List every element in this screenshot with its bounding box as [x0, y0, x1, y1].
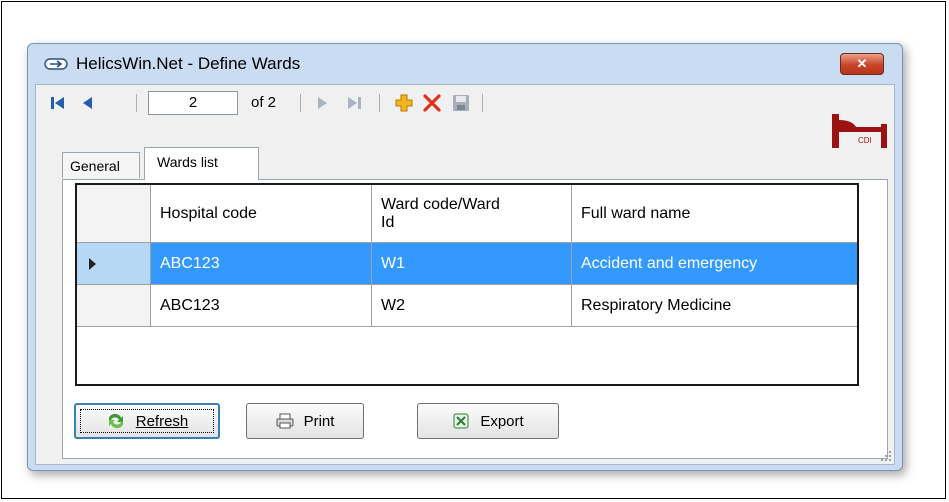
- row-header-corner: [77, 185, 151, 243]
- table-row[interactable]: ABC123 W1 Accident and emergency: [77, 243, 857, 285]
- refresh-icon: [108, 413, 123, 429]
- previous-record-icon[interactable]: [78, 93, 98, 113]
- column-header-ward-code-label: Ward code/Ward Id: [381, 195, 500, 231]
- refresh-button[interactable]: Refresh: [74, 403, 220, 439]
- cdi-bed-logo: CDI: [832, 114, 887, 148]
- page-count-label: of 2: [251, 94, 277, 111]
- next-record-icon[interactable]: [312, 93, 332, 113]
- column-header-hospital-code[interactable]: Hospital code: [151, 185, 372, 243]
- printer-icon: [276, 413, 294, 429]
- excel-export-icon: [453, 413, 469, 429]
- toolbar-separator: [482, 94, 483, 112]
- cell-ward-code[interactable]: W1: [372, 243, 572, 285]
- table-row[interactable]: ABC123 W2 Respiratory Medicine: [77, 285, 857, 327]
- current-page-input[interactable]: 2: [148, 91, 238, 115]
- grid-header-row: Hospital code Ward code/Ward Id Full war…: [77, 185, 857, 243]
- delete-record-icon[interactable]: [422, 93, 442, 113]
- last-record-icon[interactable]: [344, 93, 364, 113]
- window-client-area: 2 of 2 CDI General Wards list Hospital c…: [35, 84, 895, 465]
- add-record-icon[interactable]: [394, 93, 414, 113]
- export-button[interactable]: Export: [417, 403, 559, 439]
- export-button-label: Export: [480, 412, 524, 430]
- resize-grip-icon[interactable]: [880, 450, 892, 462]
- column-header-full-ward-name[interactable]: Full ward name: [572, 185, 857, 243]
- cell-ward-name[interactable]: Respiratory Medicine: [572, 285, 857, 327]
- first-record-icon[interactable]: [48, 93, 68, 113]
- refresh-button-label: Refresh: [135, 412, 189, 430]
- logo-text: CDI: [858, 136, 872, 145]
- print-button-label: Print: [303, 412, 335, 430]
- window-title: HelicsWin.Net - Define Wards: [76, 54, 301, 73]
- toolbar-separator: [136, 94, 137, 112]
- column-header-ward-code[interactable]: Ward code/Ward Id: [372, 185, 572, 243]
- cell-hospital-code[interactable]: ABC123: [151, 285, 372, 327]
- cell-ward-code[interactable]: W2: [372, 285, 572, 327]
- record-navigator: 2 of 2: [36, 85, 636, 119]
- cell-ward-name[interactable]: Accident and emergency: [572, 243, 857, 285]
- print-button[interactable]: Print: [246, 403, 364, 439]
- close-button[interactable]: ✕: [840, 53, 884, 75]
- app-icon: [44, 58, 68, 70]
- close-icon: ✕: [856, 56, 868, 71]
- toolbar-separator: [300, 94, 301, 112]
- define-wards-window: HelicsWin.Net - Define Wards ✕ 2 of 2 CD…: [27, 43, 903, 471]
- cell-hospital-code[interactable]: ABC123: [151, 243, 372, 285]
- toolbar-separator: [379, 94, 380, 112]
- row-selector[interactable]: [77, 243, 151, 285]
- tab-general[interactable]: General: [62, 152, 140, 178]
- save-record-icon[interactable]: [451, 93, 471, 113]
- current-row-arrow-icon: [89, 257, 96, 270]
- tab-wards-list[interactable]: Wards list: [144, 147, 259, 180]
- title-bar[interactable]: HelicsWin.Net - Define Wards ✕: [28, 44, 902, 84]
- wards-grid: Hospital code Ward code/Ward Id Full war…: [75, 183, 859, 386]
- row-selector[interactable]: [77, 285, 151, 327]
